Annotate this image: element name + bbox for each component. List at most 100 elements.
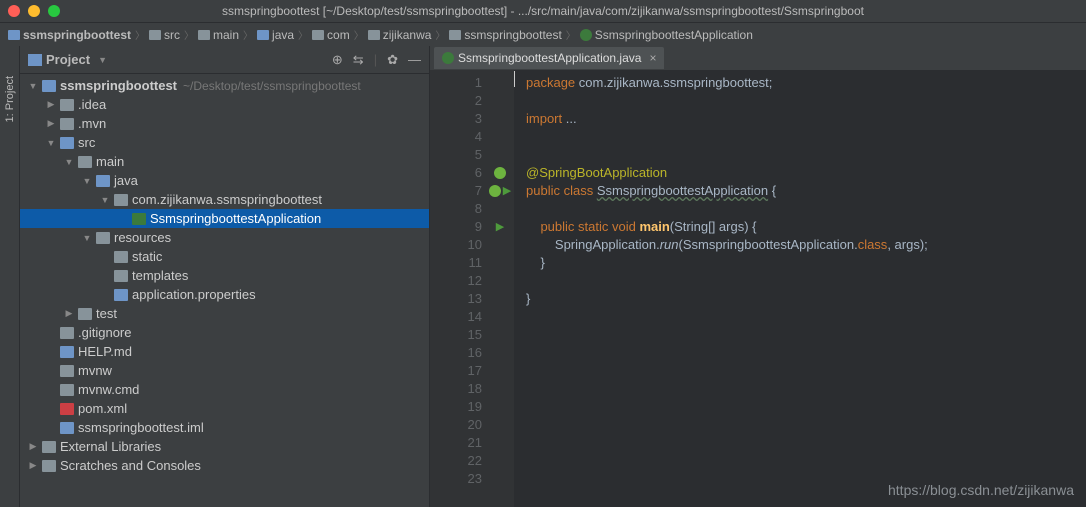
- code-line[interactable]: [526, 362, 1086, 380]
- expand-arrow-icon[interactable]: ▶: [46, 118, 56, 129]
- line-number: 12: [430, 272, 482, 290]
- f-bluefolder-icon: [60, 137, 74, 149]
- spring-icon[interactable]: [489, 185, 501, 197]
- breadcrumb-item[interactable]: src: [149, 28, 180, 42]
- minimize-window-button[interactable]: [28, 5, 40, 17]
- editor-tab[interactable]: SsmspringboottestApplication.java ×: [434, 47, 664, 69]
- expand-arrow-icon[interactable]: ▶: [28, 441, 38, 452]
- tree-node[interactable]: ▶ External Libraries: [20, 437, 429, 456]
- tree-node-label: ssmspringboottest.iml: [78, 420, 204, 435]
- line-number: 2: [430, 92, 482, 110]
- tool-window-strip[interactable]: 1: Project: [0, 46, 20, 507]
- tree-node[interactable]: static: [20, 247, 429, 266]
- close-tab-icon[interactable]: ×: [649, 51, 656, 65]
- tree-node[interactable]: ▼main: [20, 152, 429, 171]
- tree-node[interactable]: ▶Scratches and Consoles: [20, 456, 429, 475]
- tree-node[interactable]: ▼java: [20, 171, 429, 190]
- tree-node[interactable]: ssmspringboottest.iml: [20, 418, 429, 437]
- spring-icon[interactable]: [494, 167, 506, 179]
- code-line[interactable]: [526, 128, 1086, 146]
- tree-node[interactable]: ▼ssmspringboottest~/Desktop/test/ssmspri…: [20, 76, 429, 95]
- hide-panel-button[interactable]: —: [408, 52, 421, 67]
- code-line[interactable]: import ...: [526, 110, 1086, 128]
- tree-node[interactable]: ▶test: [20, 304, 429, 323]
- tree-node[interactable]: templates: [20, 266, 429, 285]
- chevron-right-icon: 〉: [566, 27, 576, 42]
- target-icon[interactable]: ⊕: [332, 52, 343, 68]
- breadcrumb-bar: ssmspringboottest〉src〉main〉java〉com〉ziji…: [0, 22, 1086, 46]
- breadcrumb-item[interactable]: ssmspringboottest: [8, 28, 131, 42]
- code-line[interactable]: [526, 380, 1086, 398]
- line-number: 9: [430, 218, 482, 236]
- expand-arrow-icon[interactable]: ▼: [82, 176, 92, 186]
- expand-arrow-icon[interactable]: ▶: [28, 460, 38, 471]
- tree-node[interactable]: ▶.idea: [20, 95, 429, 114]
- expand-arrow-icon[interactable]: ▼: [82, 233, 92, 243]
- f-txt-icon: [60, 365, 74, 377]
- folder-icon: [368, 30, 380, 40]
- run-icon[interactable]: ▶: [503, 182, 511, 200]
- code-line[interactable]: [526, 92, 1086, 110]
- tree-node[interactable]: SsmspringboottestApplication: [20, 209, 429, 228]
- tree-node[interactable]: mvnw.cmd: [20, 380, 429, 399]
- collapse-icon[interactable]: ⇆: [353, 52, 364, 68]
- code-line[interactable]: [526, 200, 1086, 218]
- project-tree[interactable]: ▼ssmspringboottest~/Desktop/test/ssmspri…: [20, 74, 429, 507]
- code-line[interactable]: }: [526, 254, 1086, 272]
- breadcrumb-item[interactable]: zijikanwa: [368, 28, 432, 42]
- f-bluefolder-icon: [96, 175, 110, 187]
- code-line[interactable]: SpringApplication.run(SsmspringboottestA…: [526, 236, 1086, 254]
- code-editor[interactable]: 1234567891011121314151617181920212223 ▶▶…: [430, 70, 1086, 507]
- breadcrumb-item[interactable]: java: [257, 28, 294, 42]
- code-line[interactable]: [526, 416, 1086, 434]
- tree-node-label: External Libraries: [60, 439, 161, 454]
- code-line[interactable]: [526, 398, 1086, 416]
- expand-arrow-icon[interactable]: ▼: [28, 81, 38, 91]
- line-number: 15: [430, 326, 482, 344]
- tree-node[interactable]: ▼com.zijikanwa.ssmspringboottest: [20, 190, 429, 209]
- code-line[interactable]: [526, 344, 1086, 362]
- f-folder-icon: [96, 232, 110, 244]
- code-content[interactable]: package com.zijikanwa.ssmspringboottest;…: [514, 70, 1086, 507]
- project-panel-title[interactable]: Project ▼: [28, 52, 107, 67]
- chevron-right-icon: 〉: [354, 27, 364, 42]
- line-number: 5: [430, 146, 482, 164]
- breadcrumb-item[interactable]: ssmspringboottest: [449, 28, 561, 42]
- run-icon[interactable]: ▶: [496, 218, 504, 236]
- code-line[interactable]: [526, 146, 1086, 164]
- tree-node[interactable]: mvnw: [20, 361, 429, 380]
- project-tool-tab[interactable]: 1: Project: [4, 76, 16, 122]
- gutter-icons: ▶▶: [486, 70, 514, 507]
- breadcrumb-item[interactable]: com: [312, 28, 350, 42]
- gear-icon[interactable]: ✿: [387, 52, 398, 68]
- expand-arrow-icon[interactable]: ▶: [46, 99, 56, 110]
- code-line[interactable]: public class SsmspringboottestApplicatio…: [526, 182, 1086, 200]
- expand-arrow-icon[interactable]: ▼: [64, 157, 74, 167]
- tree-node[interactable]: ▼resources: [20, 228, 429, 247]
- close-window-button[interactable]: [8, 5, 20, 17]
- tree-node[interactable]: application.properties: [20, 285, 429, 304]
- tree-node[interactable]: ▶.mvn: [20, 114, 429, 133]
- tree-node[interactable]: HELP.md: [20, 342, 429, 361]
- expand-arrow-icon[interactable]: ▼: [100, 195, 110, 205]
- code-line[interactable]: [526, 272, 1086, 290]
- tree-node-label: SsmspringboottestApplication: [150, 211, 321, 226]
- tree-node[interactable]: .gitignore: [20, 323, 429, 342]
- breadcrumb-item[interactable]: SsmspringboottestApplication: [580, 28, 753, 42]
- code-line[interactable]: [526, 326, 1086, 344]
- expand-arrow-icon[interactable]: ▶: [64, 308, 74, 319]
- line-number: 4: [430, 128, 482, 146]
- maximize-window-button[interactable]: [48, 5, 60, 17]
- line-number: 3: [430, 110, 482, 128]
- code-line[interactable]: }: [526, 290, 1086, 308]
- code-line[interactable]: package com.zijikanwa.ssmspringboottest;: [526, 74, 1086, 92]
- code-line[interactable]: [526, 308, 1086, 326]
- code-line[interactable]: [526, 434, 1086, 452]
- tree-node[interactable]: ▼src: [20, 133, 429, 152]
- code-line[interactable]: [526, 452, 1086, 470]
- code-line[interactable]: public static void main(String[] args) {: [526, 218, 1086, 236]
- tree-node[interactable]: pom.xml: [20, 399, 429, 418]
- breadcrumb-item[interactable]: main: [198, 28, 239, 42]
- code-line[interactable]: @SpringBootApplication: [526, 164, 1086, 182]
- expand-arrow-icon[interactable]: ▼: [46, 138, 56, 148]
